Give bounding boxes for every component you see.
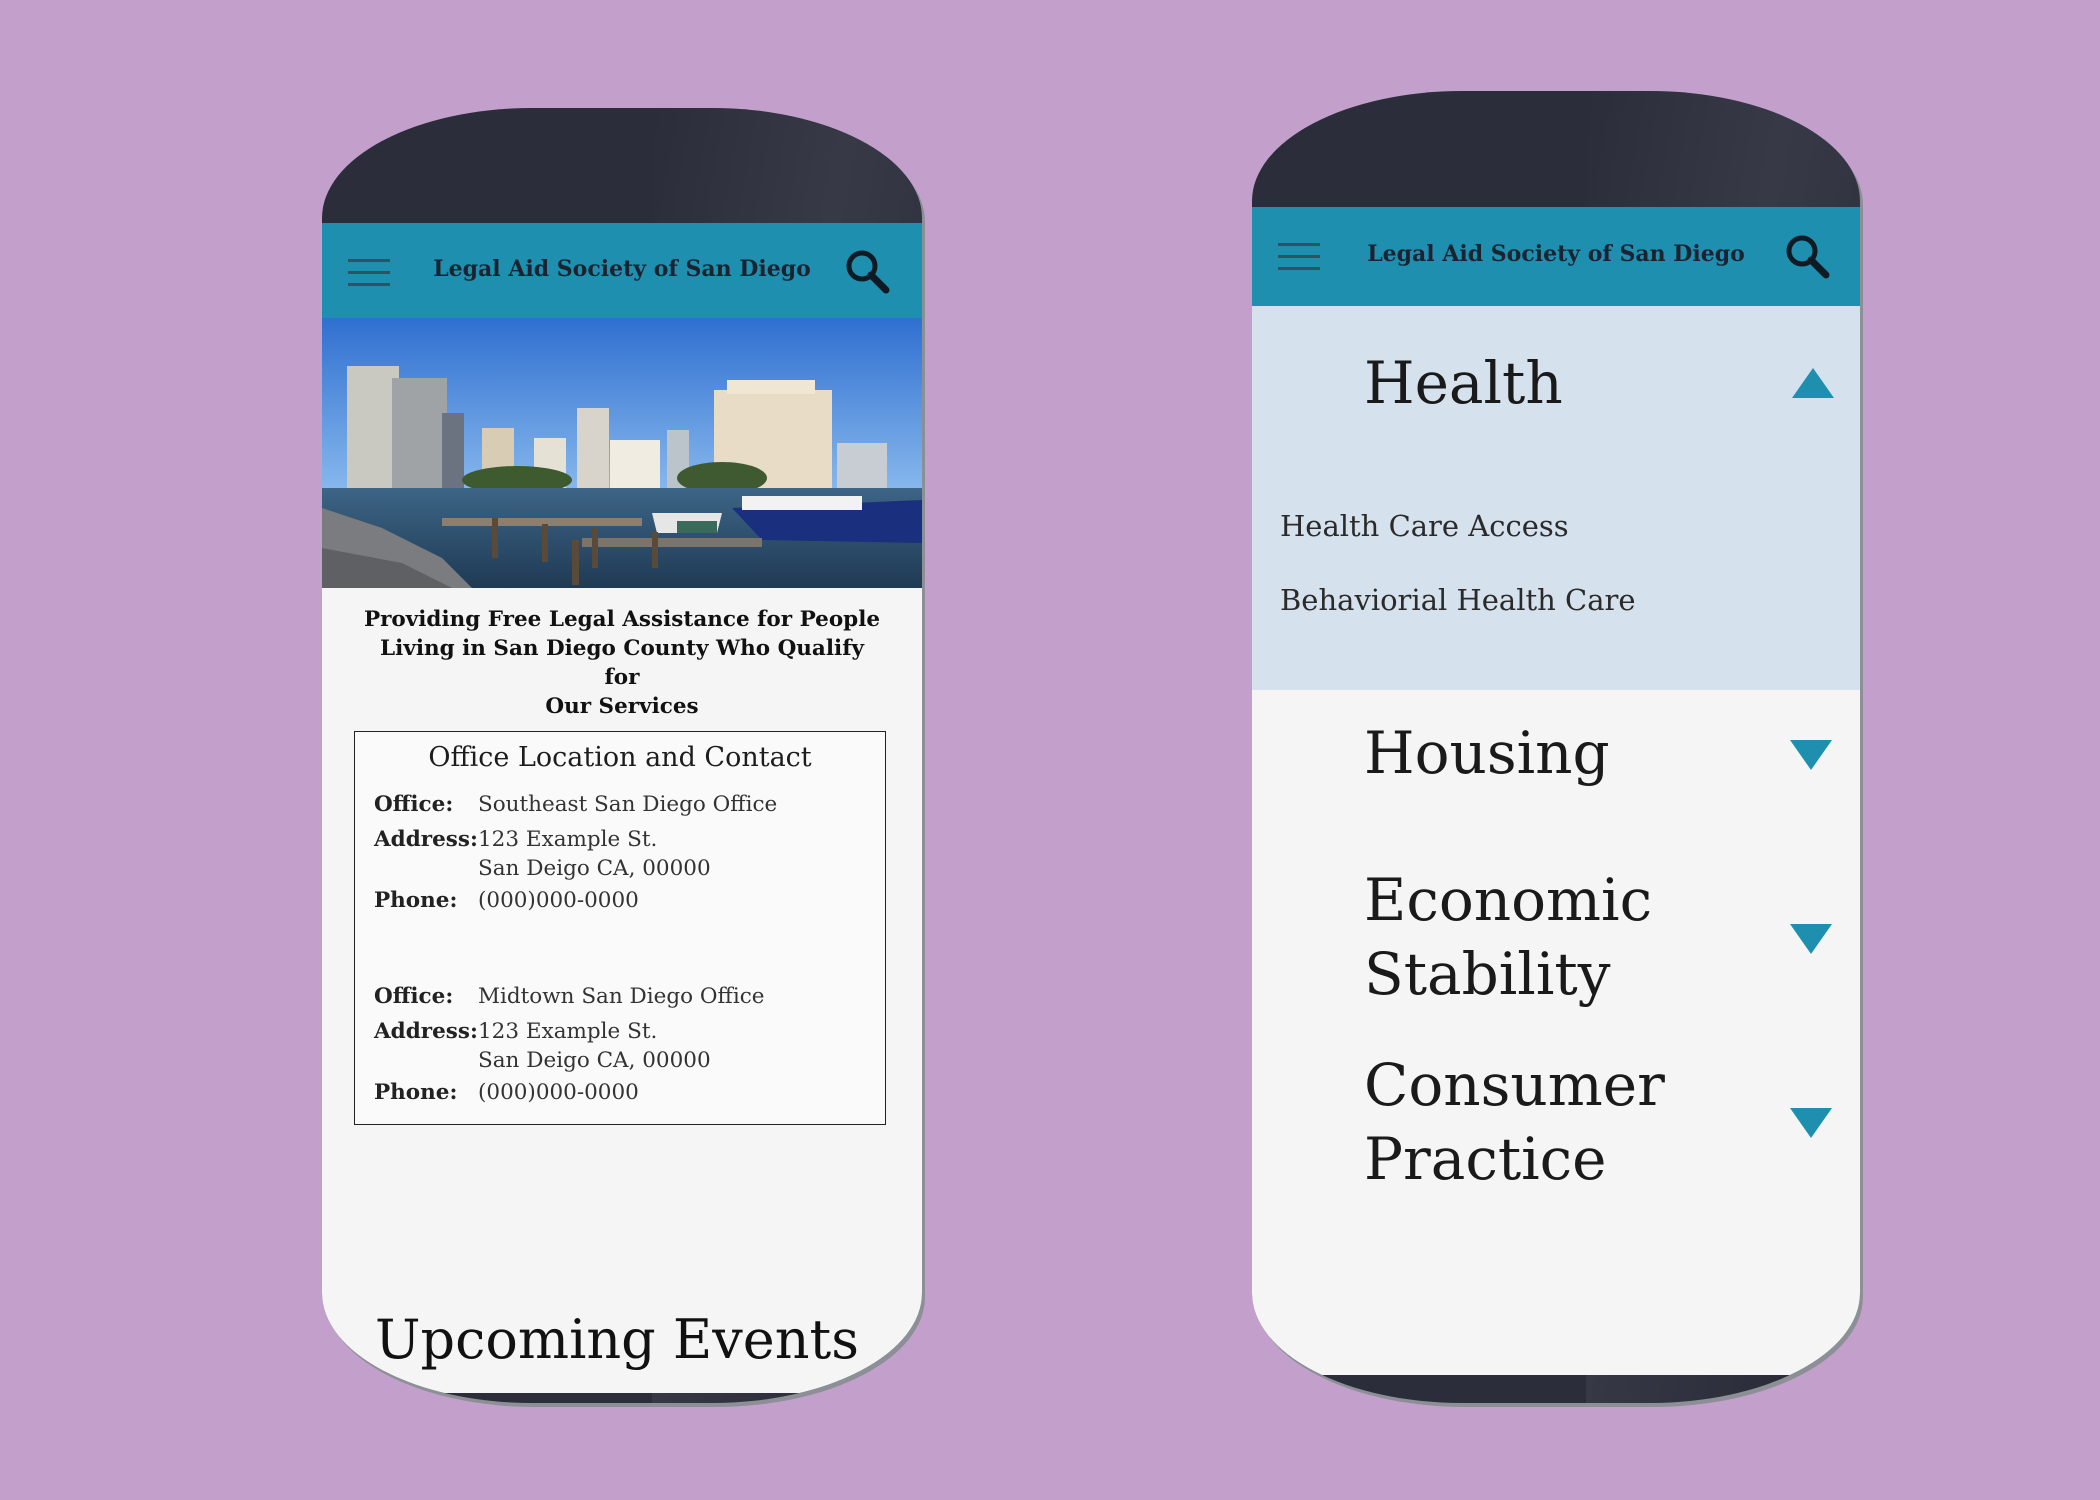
- accordion-title-text: Economic: [1364, 866, 1653, 934]
- phone-label: Phone:: [374, 888, 458, 913]
- accordion-title-text: Health: [1364, 349, 1563, 417]
- site-title[interactable]: Legal Aid Society of San Diego: [322, 256, 922, 282]
- office-label: Office:: [374, 792, 454, 817]
- triangle-down-icon[interactable]: [1790, 740, 1832, 770]
- app-header: Legal Aid Society of San Diego: [322, 223, 922, 318]
- contact-card-title: Office Location and Contact: [428, 742, 812, 773]
- office-name: Southeast San Diego Office: [478, 792, 778, 817]
- tagline-line: Providing Free Legal Assistance for Peop…: [363, 607, 881, 632]
- tagline: Providing Free Legal Assistance for Peop…: [362, 605, 882, 721]
- accordion-economic-stability-header[interactable]: Economic Stability: [1364, 863, 1652, 1011]
- office-name: Midtown San Diego Office: [478, 984, 765, 1009]
- accordion-title-text: Stability: [1364, 940, 1611, 1008]
- phone-mockup-menu: Legal Aid Society of San Diego Health He…: [1252, 91, 1860, 1403]
- home-screen: Legal Aid Society of San Diego Providing…: [322, 223, 922, 1393]
- menu-screen: Legal Aid Society of San Diego Health He…: [1252, 207, 1860, 1375]
- tagline-line: Our Services: [545, 694, 699, 719]
- accordion-title-text: Housing: [1364, 719, 1610, 787]
- site-title[interactable]: Legal Aid Society of San Diego: [1252, 241, 1860, 267]
- upcoming-events-heading: Upcoming Events: [375, 1308, 859, 1371]
- triangle-down-icon[interactable]: [1790, 1108, 1832, 1138]
- search-icon[interactable]: [843, 247, 891, 295]
- office-contact-card: Office Location and Contact Office: Sout…: [354, 731, 886, 1125]
- submenu-health-care-access[interactable]: Health Care Access: [1280, 509, 1569, 543]
- tagline-line: Living in San Diego County Who Qualify f…: [380, 636, 864, 690]
- accordion-consumer-practice-header[interactable]: Consumer Practice: [1364, 1048, 1665, 1196]
- address-label: Address:: [374, 827, 478, 852]
- phone-number[interactable]: (000)000-0000: [478, 1080, 639, 1105]
- accordion-title-text: Practice: [1364, 1125, 1607, 1193]
- phone-label: Phone:: [374, 1080, 458, 1105]
- address-line-1: 123 Example St.: [478, 827, 658, 852]
- office-label: Office:: [374, 984, 454, 1009]
- hero-image: [322, 318, 922, 588]
- triangle-up-icon[interactable]: [1792, 368, 1834, 398]
- address-line-1: 123 Example St.: [478, 1019, 658, 1044]
- app-header: Legal Aid Society of San Diego: [1252, 207, 1860, 306]
- address-label: Address:: [374, 1019, 478, 1044]
- address-line-2: San Deigo CA, 00000: [478, 856, 711, 881]
- accordion-health-header[interactable]: Health: [1364, 346, 1563, 420]
- accordion-housing-header[interactable]: Housing: [1364, 716, 1610, 790]
- triangle-down-icon[interactable]: [1790, 924, 1832, 954]
- phone-number[interactable]: (000)000-0000: [478, 888, 639, 913]
- address-line-2: San Deigo CA, 00000: [478, 1048, 711, 1073]
- accordion-title-text: Consumer: [1364, 1051, 1665, 1119]
- phone-mockup-home: Legal Aid Society of San Diego Providing…: [322, 108, 922, 1403]
- search-icon[interactable]: [1783, 232, 1831, 280]
- submenu-behavioral-health-care[interactable]: Behaviorial Health Care: [1280, 583, 1636, 617]
